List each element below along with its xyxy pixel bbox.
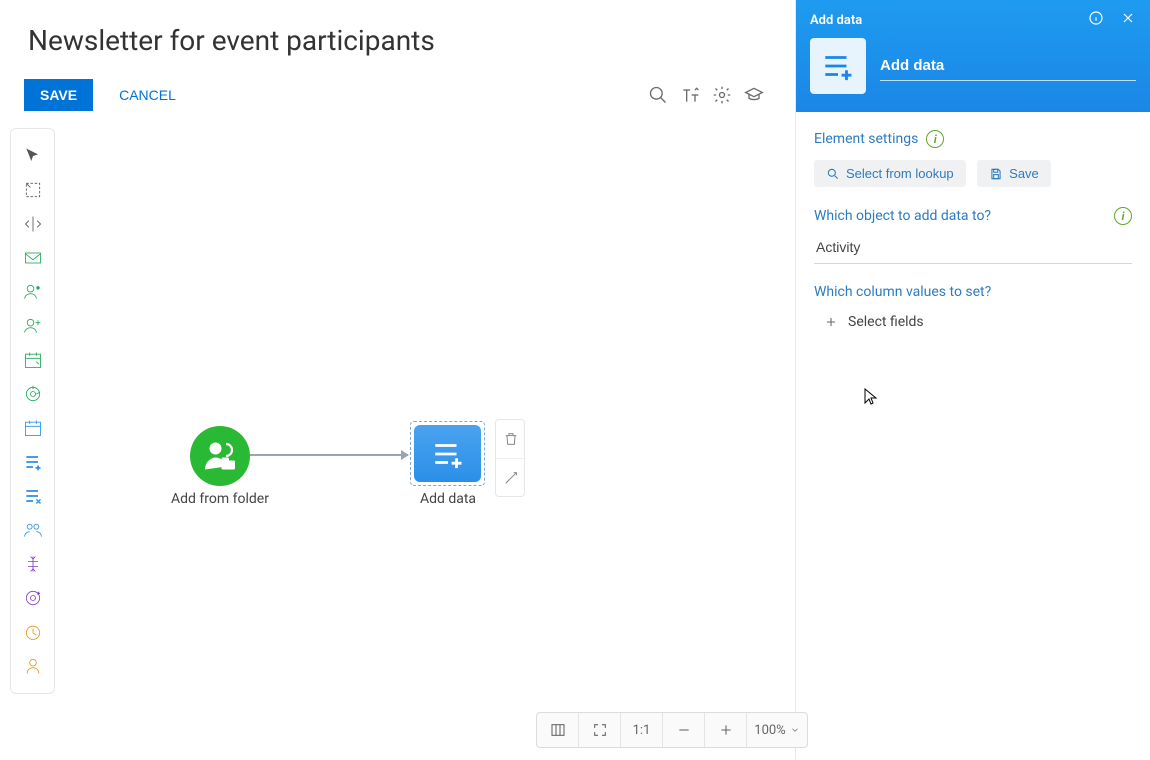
connect-node-button[interactable] <box>496 458 526 496</box>
select-fields-label: Select fields <box>848 314 924 330</box>
page-title: Newsletter for event participants <box>0 0 795 57</box>
add-from-folder-node[interactable] <box>190 426 250 486</box>
zoom-level-dropdown[interactable]: 100% <box>747 713 807 747</box>
campaign-canvas[interactable]: Add from folder Add data <box>0 111 795 760</box>
zoom-out-button[interactable] <box>663 713 705 747</box>
panel-header: Add data <box>796 0 1150 112</box>
select-fields-button[interactable]: Select fields <box>814 314 924 330</box>
panel-close-icon[interactable] <box>1120 10 1136 30</box>
zoom-toolbar: 1:1 100% <box>536 712 808 748</box>
info-icon[interactable]: i <box>1114 207 1132 225</box>
save-button[interactable]: SAVE <box>24 79 93 111</box>
layout-columns-button[interactable] <box>537 713 579 747</box>
object-input[interactable] <box>814 231 1132 264</box>
zoom-in-button[interactable] <box>705 713 747 747</box>
fit-screen-button[interactable] <box>579 713 621 747</box>
main-toolbar: SAVE CANCEL <box>0 57 795 111</box>
flow-connector[interactable] <box>250 454 408 456</box>
info-icon[interactable]: i <box>926 130 944 148</box>
panel-info-icon[interactable] <box>1088 10 1104 30</box>
select-from-lookup-label: Select from lookup <box>846 166 954 181</box>
delete-node-button[interactable] <box>496 420 526 458</box>
settings-icon[interactable] <box>709 82 735 108</box>
side-panel: Add data Element settings i <box>795 0 1150 760</box>
element-settings-link[interactable]: Element settings <box>814 131 918 147</box>
academy-icon[interactable] <box>741 82 767 108</box>
actual-size-button[interactable]: 1:1 <box>621 713 663 747</box>
element-name-input[interactable] <box>880 51 1136 81</box>
object-section-label: Which object to add data to? i <box>814 207 1132 225</box>
panel-save-label: Save <box>1009 166 1039 181</box>
panel-save-button[interactable]: Save <box>977 160 1051 187</box>
cancel-button[interactable]: CANCEL <box>119 87 176 103</box>
font-size-icon[interactable] <box>677 82 703 108</box>
panel-header-title: Add data <box>810 13 1088 28</box>
panel-element-icon <box>810 38 866 94</box>
add-data-node-label: Add data <box>398 491 498 507</box>
zoom-level-label: 100% <box>754 723 785 738</box>
add-data-node[interactable] <box>410 421 485 486</box>
node-action-menu <box>495 419 525 497</box>
search-icon[interactable] <box>645 82 671 108</box>
select-from-lookup-button[interactable]: Select from lookup <box>814 160 966 187</box>
columns-section-label: Which column values to set? <box>814 284 1132 300</box>
add-from-folder-label: Add from folder <box>155 491 285 507</box>
